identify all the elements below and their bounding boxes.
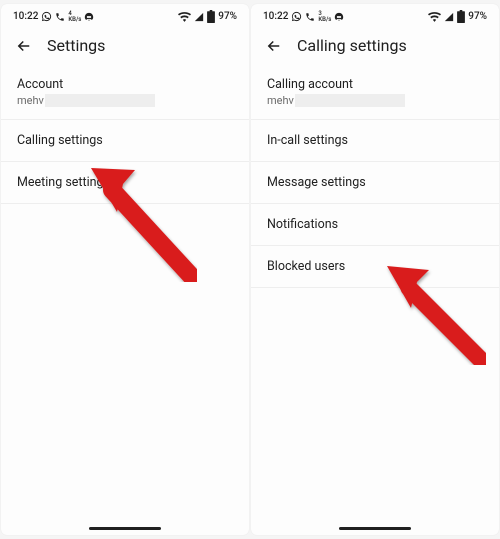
app-header: Settings [1,26,249,67]
account-section[interactable]: Account mehv [1,67,249,120]
wifi-icon [428,12,441,22]
list-item-meeting-settings[interactable]: Meeting settings [1,162,249,204]
kb-rate: 4KB/s [68,11,81,23]
phone-screen-settings: 10:22 4KB/s 97% Settings Account mehv [1,4,249,535]
list-item-notifications[interactable]: Notifications [251,204,499,246]
gesture-bar[interactable] [89,527,161,530]
phone-icon [55,12,65,22]
list-item-incall-settings[interactable]: In-call settings [251,120,499,162]
arrow-left-icon [265,37,283,55]
gesture-bar[interactable] [339,527,411,530]
redacted-text [45,94,155,107]
page-title: Calling settings [297,36,407,55]
wifi-icon [178,12,191,22]
whatsapp-icon [41,11,52,22]
battery-icon [207,10,215,23]
list-item-blocked-users[interactable]: Blocked users [251,246,499,288]
account-value: mehv [17,94,44,107]
signal-icon [444,12,454,22]
app-header: Calling settings [251,26,499,67]
list-item-calling-settings[interactable]: Calling settings [1,120,249,162]
phone-icon [305,12,315,22]
phone-screen-calling-settings: 10:22 3KB/s 97% Calling settings Calling… [251,4,499,535]
kb-rate: 3KB/s [318,11,331,23]
calling-account-value: mehv [267,94,294,107]
battery-percent: 97% [468,11,487,22]
status-time: 10:22 [263,11,288,22]
whatsapp-icon [291,11,302,22]
status-bar: 10:22 3KB/s 97% [251,4,499,26]
status-time: 10:22 [13,11,38,22]
back-button[interactable] [265,37,283,55]
dnd-icon [334,12,344,22]
calling-account-section[interactable]: Calling account mehv [251,67,499,120]
account-label: Account [17,77,233,92]
signal-icon [194,12,204,22]
redacted-text [295,94,405,107]
status-bar: 10:22 4KB/s 97% [1,4,249,26]
battery-percent: 97% [218,11,237,22]
arrow-left-icon [15,37,33,55]
back-button[interactable] [15,37,33,55]
page-title: Settings [47,36,105,55]
dnd-icon [84,12,94,22]
calling-account-label: Calling account [267,77,483,92]
battery-icon [457,10,465,23]
list-item-message-settings[interactable]: Message settings [251,162,499,204]
